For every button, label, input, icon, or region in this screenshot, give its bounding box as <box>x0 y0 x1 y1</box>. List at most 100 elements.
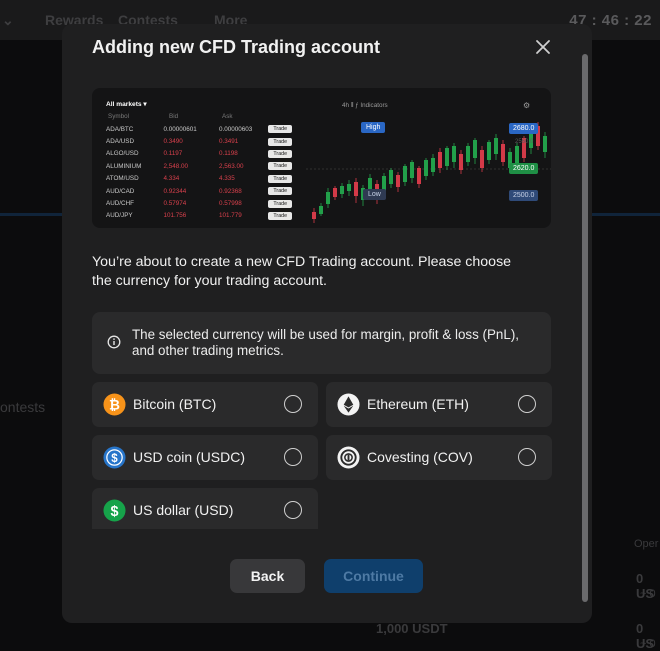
preview-low-tag: Low <box>363 189 386 200</box>
candle-body <box>333 188 337 197</box>
preview-trade-button: Trade <box>268 149 293 158</box>
preview-bid: 0.92344 <box>163 187 187 195</box>
candle-body <box>494 138 498 154</box>
candle-body <box>319 206 323 214</box>
info-icon <box>107 335 121 349</box>
ethereum-icon <box>337 393 360 416</box>
candle-body <box>410 162 414 178</box>
preview-ask: 0.92368 <box>218 187 242 195</box>
candle-body <box>326 192 330 204</box>
preview-bid: 2,548.00 <box>163 162 188 170</box>
option-btc-radio[interactable] <box>284 395 302 413</box>
candle-body <box>340 186 344 194</box>
preview-symbol: ALUMINIUM <box>106 162 142 170</box>
candle-body <box>368 178 372 189</box>
candle-body <box>543 136 547 152</box>
option-usd-label: US dollar (USD) <box>133 502 234 518</box>
candle-body <box>480 150 484 168</box>
preview-row: ATOM/USD 4.334 4.335 Trade <box>106 173 304 185</box>
candle-body <box>312 212 316 219</box>
close-icon <box>536 40 550 54</box>
svg-text:₿: ₿ <box>109 397 120 412</box>
preview-symbol: AUD/CAD <box>106 187 135 195</box>
candle-body <box>389 170 393 184</box>
bg-amount: 1,000 USDT <box>376 621 448 636</box>
preview-markets-table: All markets ▾ Symbol Bid Ask ADA/BTC 0.00… <box>106 100 304 222</box>
preview-markets-header: All markets ▾ <box>106 101 147 108</box>
preview-symbol: ADA/BTC <box>106 125 134 133</box>
preview-rows: ADA/BTC 0.00000601 0.00000603 Trade ADA/USD 0… <box>106 123 304 222</box>
preview-ask: 101.779 <box>218 212 242 220</box>
preview-trade-button: Trade <box>268 174 293 183</box>
preview-candle-chart <box>306 122 551 223</box>
option-eth[interactable]: Ethereum (ETH) <box>326 382 552 427</box>
close-button[interactable] <box>534 38 552 56</box>
preview-bid: 0.1197 <box>163 150 183 158</box>
preview-symbol: AUD/JPY <box>106 212 133 220</box>
preview-row: AUD/JPY 101.756 101.779 Trade <box>106 210 304 222</box>
preview-ask: 2,563.00 <box>218 162 244 170</box>
continue-button[interactable]: Continue <box>324 559 423 593</box>
covesting-icon <box>337 446 360 469</box>
preview-ask: 0.57998 <box>218 200 242 208</box>
bg-contests-label: ontests <box>0 399 46 415</box>
option-usdc-radio[interactable] <box>284 448 302 466</box>
option-cov-label: Covesting (COV) <box>367 449 473 465</box>
candle-body <box>403 166 407 182</box>
option-btc[interactable]: ₿ Bitcoin (BTC) <box>92 382 318 427</box>
preview-bid: 0.00000601 <box>163 125 197 133</box>
back-button[interactable]: Back <box>230 559 305 593</box>
candle-body <box>459 154 463 170</box>
candle-body <box>452 146 456 162</box>
preview-bid: 0.3490 <box>163 138 183 146</box>
option-usd[interactable]: $ US dollar (USD) <box>92 488 318 529</box>
preview-ask: 0.3491 <box>218 138 239 146</box>
preview-level-2: 2560.0 <box>515 139 534 145</box>
candle-body <box>445 148 449 166</box>
preview-columns: Symbol Bid Ask <box>106 113 304 120</box>
option-cov-radio[interactable] <box>518 448 536 466</box>
preview-ask: 0.00000603 <box>218 125 253 133</box>
preview-trade-button: Trade <box>268 125 293 134</box>
option-eth-label: Ethereum (ETH) <box>367 396 469 412</box>
preview-trade-button: Trade <box>268 162 293 171</box>
scrollbar-thumb[interactable] <box>582 54 588 602</box>
candle-body <box>466 146 470 162</box>
option-btc-label: Bitcoin (BTC) <box>133 396 217 412</box>
preview-row: ADA/BTC 0.00000601 0.00000603 Trade <box>106 123 304 135</box>
candle-body <box>396 175 400 187</box>
preview-row: AUD/CAD 0.92344 0.92368 Trade <box>106 185 304 197</box>
candle-body <box>515 146 519 164</box>
candle-body <box>487 142 491 160</box>
preview-level-1: 2680.0 <box>509 123 539 134</box>
add-account-modal: Adding new CFD Trading account All marke… <box>62 24 592 623</box>
modal-title: Adding new CFD Trading account <box>92 37 380 57</box>
preview-trade-button: Trade <box>268 137 293 146</box>
bg-nav-chevron: ⌄ <box>2 12 14 28</box>
preview-level-3: 2620.0 <box>509 163 539 174</box>
preview-bid: 4.334 <box>163 175 180 183</box>
preview-row: ALUMINIUM 2,548.00 2,563.00 Trade <box>106 160 304 172</box>
preview-ask: 4.335 <box>218 175 235 183</box>
candle-body <box>431 158 435 172</box>
bitcoin-icon: ₿ <box>103 393 126 416</box>
option-eth-radio[interactable] <box>518 395 536 413</box>
bg-right-text-5: ~ 0 <box>640 638 656 650</box>
preview-row: AUD/CHF 0.57974 0.57998 Trade <box>106 197 304 209</box>
candle-body <box>501 144 505 162</box>
preview-symbol: ALGO/USD <box>106 150 139 158</box>
usdc-icon: $ <box>103 446 126 469</box>
candle-body <box>347 184 351 191</box>
option-usd-radio[interactable] <box>284 501 302 519</box>
preview-trade-button: Trade <box>268 199 293 208</box>
info-banner: The selected currency will be used for m… <box>92 312 551 374</box>
option-usdc-label: USD coin (USDC) <box>133 449 246 465</box>
svg-text:$: $ <box>111 453 118 465</box>
svg-text:$: $ <box>111 504 119 520</box>
preview-col-symbol: Symbol <box>108 113 129 120</box>
option-cov[interactable]: Covesting (COV) <box>326 435 552 480</box>
bg-right-text-3: ~ 0 <box>640 588 656 600</box>
option-usdc[interactable]: $ USD coin (USDC) <box>92 435 318 480</box>
candle-body <box>424 160 428 176</box>
preview-row: ALGO/USD 0.1197 0.1198 Trade <box>106 148 304 160</box>
